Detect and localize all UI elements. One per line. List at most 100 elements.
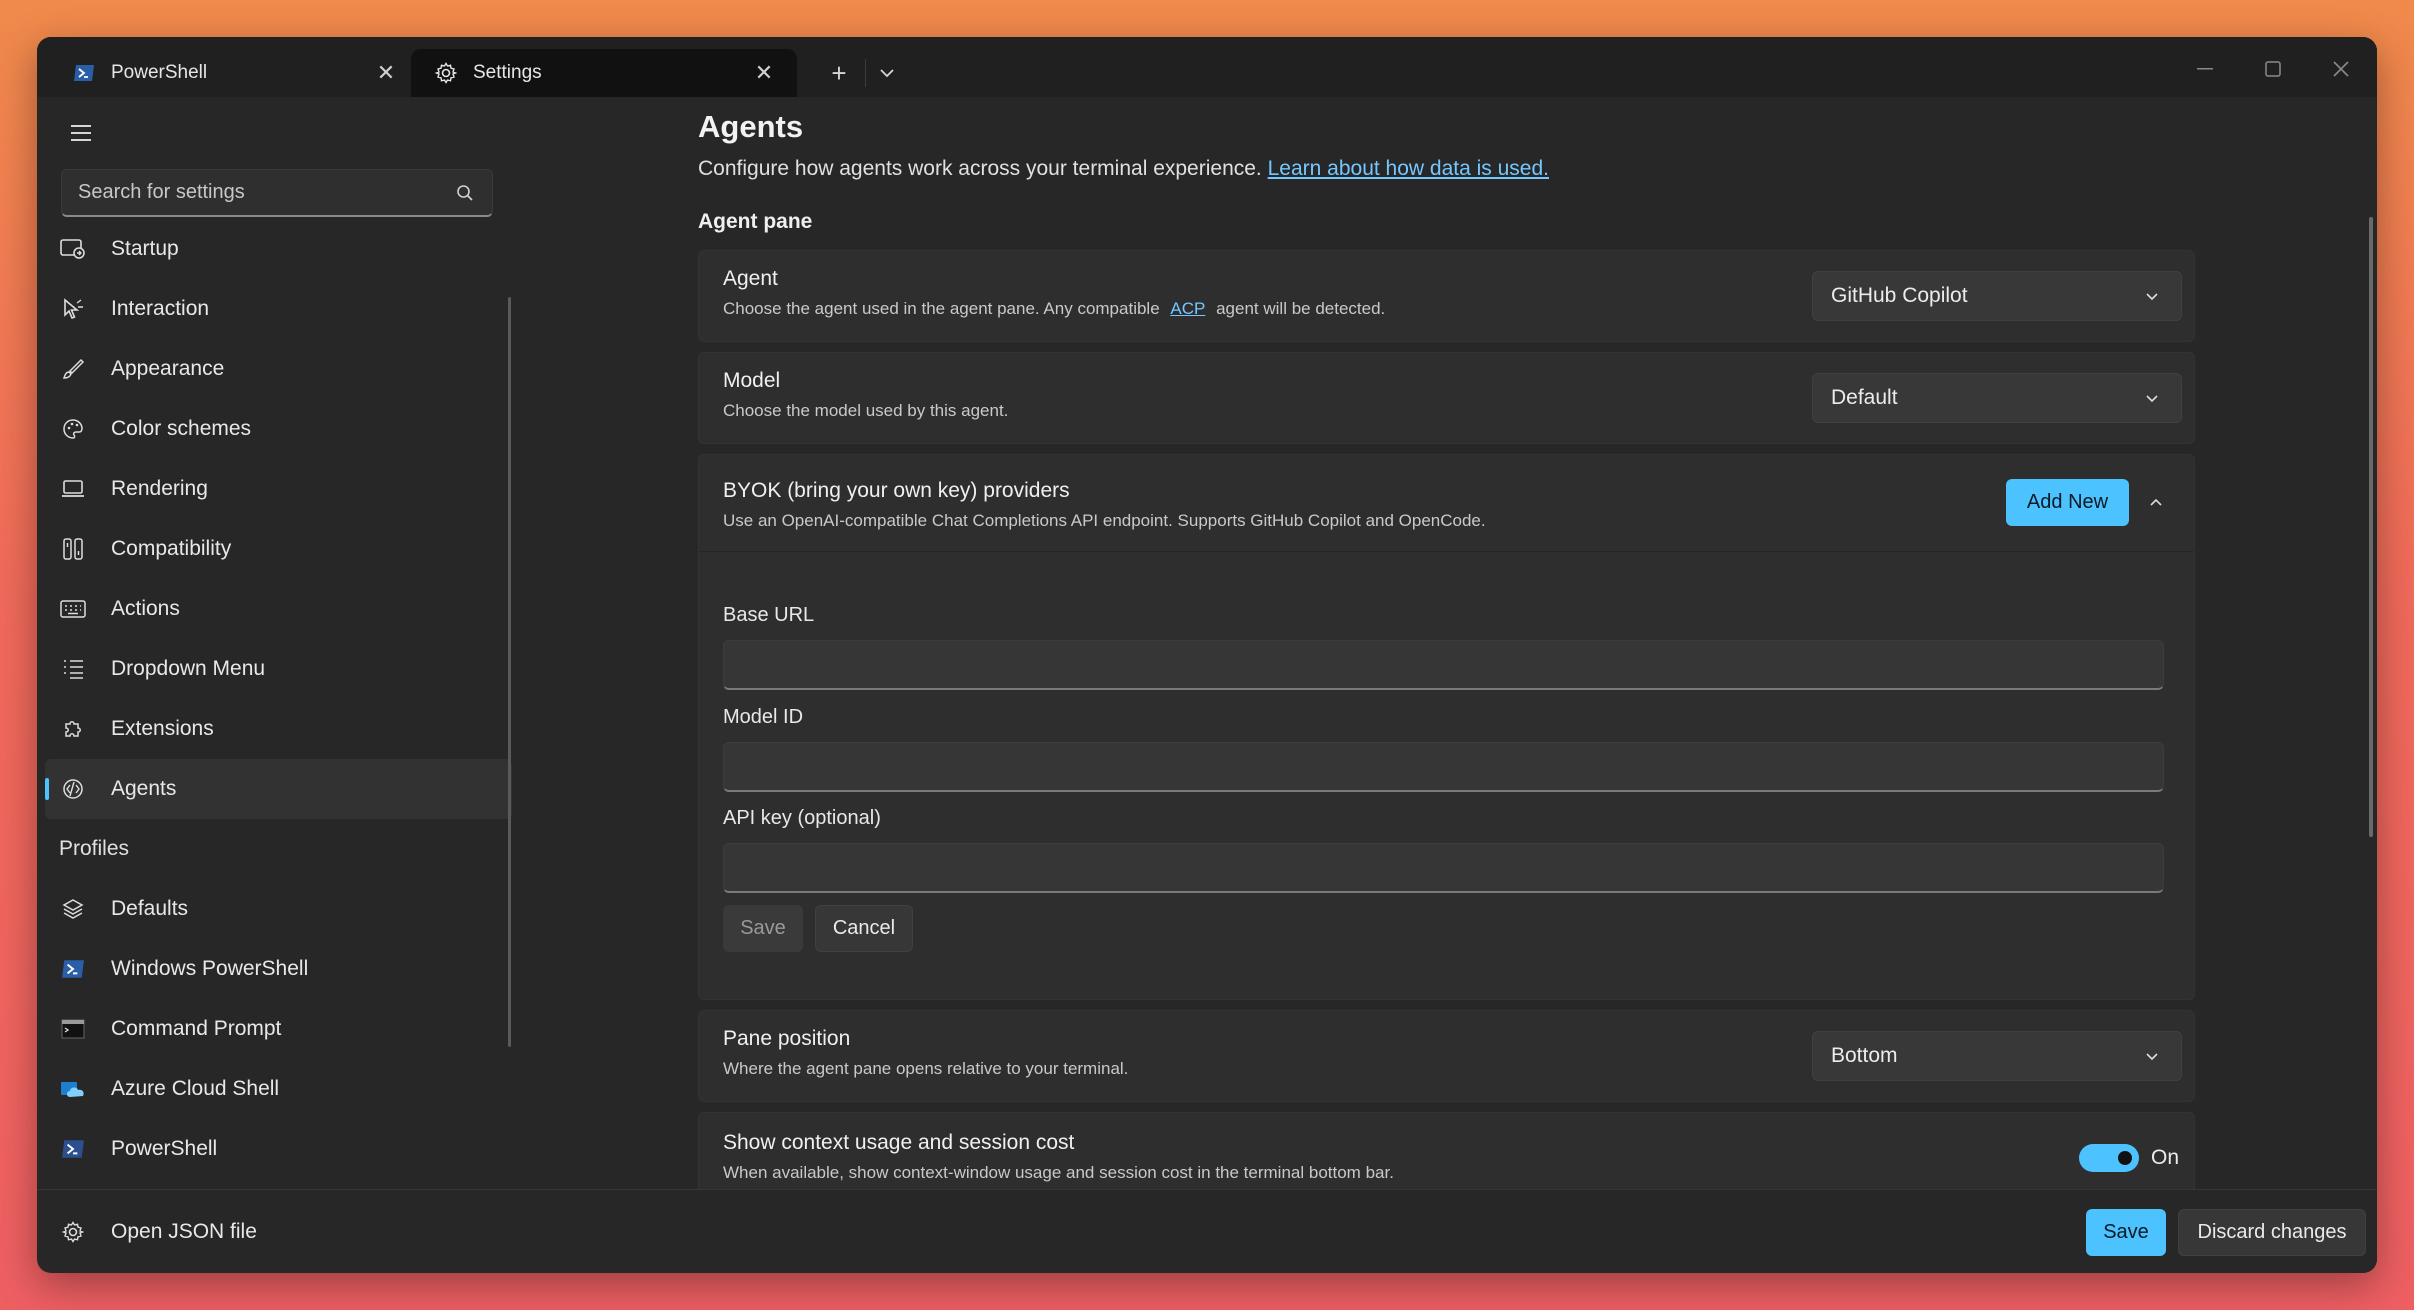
- sidebar-item-label: Color schemes: [111, 417, 252, 440]
- hamburger-menu-icon[interactable]: [61, 115, 101, 151]
- agent-dropdown[interactable]: GitHub Copilot: [1812, 271, 2182, 321]
- sidebar-item-azure-cloud-shell[interactable]: Azure Cloud Shell: [37, 1059, 512, 1119]
- profiles-header: Profiles: [59, 837, 130, 860]
- search-box[interactable]: [61, 169, 493, 217]
- model-description: Choose the model used by this agent.: [723, 401, 1009, 420]
- agent-card: Agent Choose the agent used in the agent…: [698, 250, 2195, 342]
- new-tab-button[interactable]: +: [819, 55, 859, 91]
- tab-powershell[interactable]: PowerShell ✕: [49, 49, 419, 97]
- pane-position-title: Pane position: [723, 1027, 851, 1050]
- sidebar-item-extensions[interactable]: Extensions: [37, 699, 512, 759]
- description-text: Configure how agents work across your te…: [698, 157, 1262, 180]
- powershell-icon: [59, 955, 87, 983]
- gear-icon: [433, 60, 459, 86]
- model-id-label: Model ID: [723, 706, 804, 728]
- model-dropdown[interactable]: Default: [1812, 373, 2182, 423]
- discard-changes-button[interactable]: Discard changes: [2178, 1209, 2366, 1256]
- sidebar-item-powershell[interactable]: PowerShell: [37, 1119, 512, 1179]
- close-window-button[interactable]: [2309, 49, 2373, 89]
- byok-header: BYOK (bring your own key) providers Use …: [699, 455, 2194, 552]
- api-key-label: API key (optional): [723, 807, 881, 829]
- chevron-down-icon: [2137, 1052, 2167, 1061]
- page-description: Configure how agents work across your te…: [698, 157, 1549, 181]
- cmd-icon: [59, 1015, 87, 1043]
- sidebar-item-command-prompt[interactable]: Command Prompt: [37, 999, 512, 1059]
- agent-desc-text-end: agent will be detected.: [1216, 299, 1386, 318]
- maximize-button[interactable]: [2241, 49, 2305, 89]
- close-tab-icon[interactable]: ✕: [373, 60, 399, 86]
- pane-position-description: Where the agent pane opens relative to y…: [723, 1059, 1129, 1078]
- puzzle-icon: [59, 715, 87, 743]
- section-header: Agent pane: [698, 210, 813, 233]
- sidebar-footer: Open JSON file: [37, 1189, 512, 1273]
- sidebar-item-dropdown-menu[interactable]: Dropdown Menu: [37, 639, 512, 699]
- sidebar-scrollbar[interactable]: [508, 297, 511, 1047]
- footer-bar: Save Discard changes: [512, 1189, 2377, 1273]
- context-usage-card: Show context usage and session cost When…: [698, 1112, 2195, 1189]
- main-content: Agents Configure how agents work across …: [512, 97, 2377, 1189]
- maximize-icon: [2265, 61, 2281, 77]
- search-icon[interactable]: [450, 178, 480, 208]
- learn-data-link[interactable]: Learn about how data is used.: [1268, 157, 1549, 180]
- search-input[interactable]: [62, 180, 450, 205]
- palette-icon: [59, 415, 87, 443]
- sidebar-item-label: Windows PowerShell: [111, 957, 309, 980]
- sidebar-item-color-schemes[interactable]: Color schemes: [37, 399, 512, 459]
- sidebar-item-interaction[interactable]: Interaction: [37, 279, 512, 339]
- context-usage-toggle[interactable]: [2079, 1144, 2139, 1172]
- compatibility-icon: [59, 535, 87, 563]
- add-new-button[interactable]: Add New: [2006, 479, 2129, 526]
- keyboard-icon: [59, 595, 87, 623]
- sidebar-item-actions[interactable]: Actions: [37, 579, 512, 639]
- azure-icon: [59, 1075, 87, 1103]
- sidebar-item-label: Rendering: [111, 477, 208, 500]
- settings-window: PowerShell ✕ Settings ✕ + Search for set…: [37, 37, 2377, 1273]
- sidebar-item-label: Actions: [111, 597, 180, 620]
- sidebar-item-rendering[interactable]: Rendering: [37, 459, 512, 519]
- base-url-label: Base URL: [723, 604, 815, 626]
- sidebar-item-label: Defaults: [111, 897, 189, 920]
- byok-save-button[interactable]: Save: [723, 905, 803, 952]
- acp-link[interactable]: ACP: [1170, 299, 1205, 318]
- tab-settings[interactable]: Settings ✕: [411, 49, 797, 97]
- context-usage-description: When available, show context-window usag…: [723, 1163, 1394, 1182]
- sidebar-item-appearance[interactable]: Appearance: [37, 339, 512, 399]
- sidebar-item-compatibility[interactable]: Compatibility: [37, 519, 512, 579]
- pane-position-dropdown[interactable]: Bottom: [1812, 1031, 2182, 1081]
- sidebar-item-label: Azure Cloud Shell: [111, 1077, 280, 1100]
- sidebar-nav: Startup Interaction Appearance Color sch…: [37, 219, 512, 1179]
- sidebar-item-label: Agents: [111, 777, 177, 800]
- sidebar-item-label: Command Prompt: [111, 1017, 282, 1040]
- cursor-icon: [59, 295, 87, 323]
- model-id-input[interactable]: [723, 742, 2164, 792]
- open-json-label: Open JSON file: [111, 1220, 257, 1243]
- minimize-icon: [2197, 68, 2213, 70]
- main-scrollbar[interactable]: [2369, 217, 2373, 837]
- minimize-button[interactable]: [2173, 49, 2237, 89]
- agent-title: Agent: [723, 267, 778, 290]
- close-tab-icon[interactable]: ✕: [751, 60, 777, 86]
- sidebar-item-label: PowerShell: [111, 1137, 218, 1160]
- sidebar-item-agents[interactable]: Agents: [45, 759, 512, 819]
- sidebar-item-defaults[interactable]: Defaults: [37, 879, 512, 939]
- startup-icon: [59, 235, 87, 263]
- tab-dropdown-button[interactable]: [867, 55, 907, 91]
- list-icon: [59, 655, 87, 683]
- byok-cancel-button[interactable]: Cancel: [815, 905, 913, 952]
- agent-desc-text: Choose the agent used in the agent pane.…: [723, 299, 1160, 318]
- sidebar-item-windows-powershell[interactable]: Windows PowerShell: [37, 939, 512, 999]
- layers-icon: [59, 895, 87, 923]
- api-key-input[interactable]: [723, 843, 2164, 893]
- open-json-button[interactable]: Open JSON file: [37, 1190, 512, 1273]
- collapse-button[interactable]: [2141, 487, 2171, 517]
- sidebar: Startup Interaction Appearance Color sch…: [37, 97, 512, 1189]
- base-url-input[interactable]: [723, 640, 2164, 690]
- sidebar-item-label: Compatibility: [111, 537, 232, 560]
- close-icon: [2333, 61, 2349, 77]
- save-button[interactable]: Save: [2086, 1209, 2166, 1256]
- toggle-state-label: On: [2151, 1146, 2180, 1169]
- page-title: Agents: [698, 109, 804, 144]
- byok-title: BYOK (bring your own key) providers: [723, 479, 1070, 502]
- sidebar-item-label: Appearance: [111, 357, 225, 380]
- sidebar-item-startup[interactable]: Startup: [37, 219, 512, 279]
